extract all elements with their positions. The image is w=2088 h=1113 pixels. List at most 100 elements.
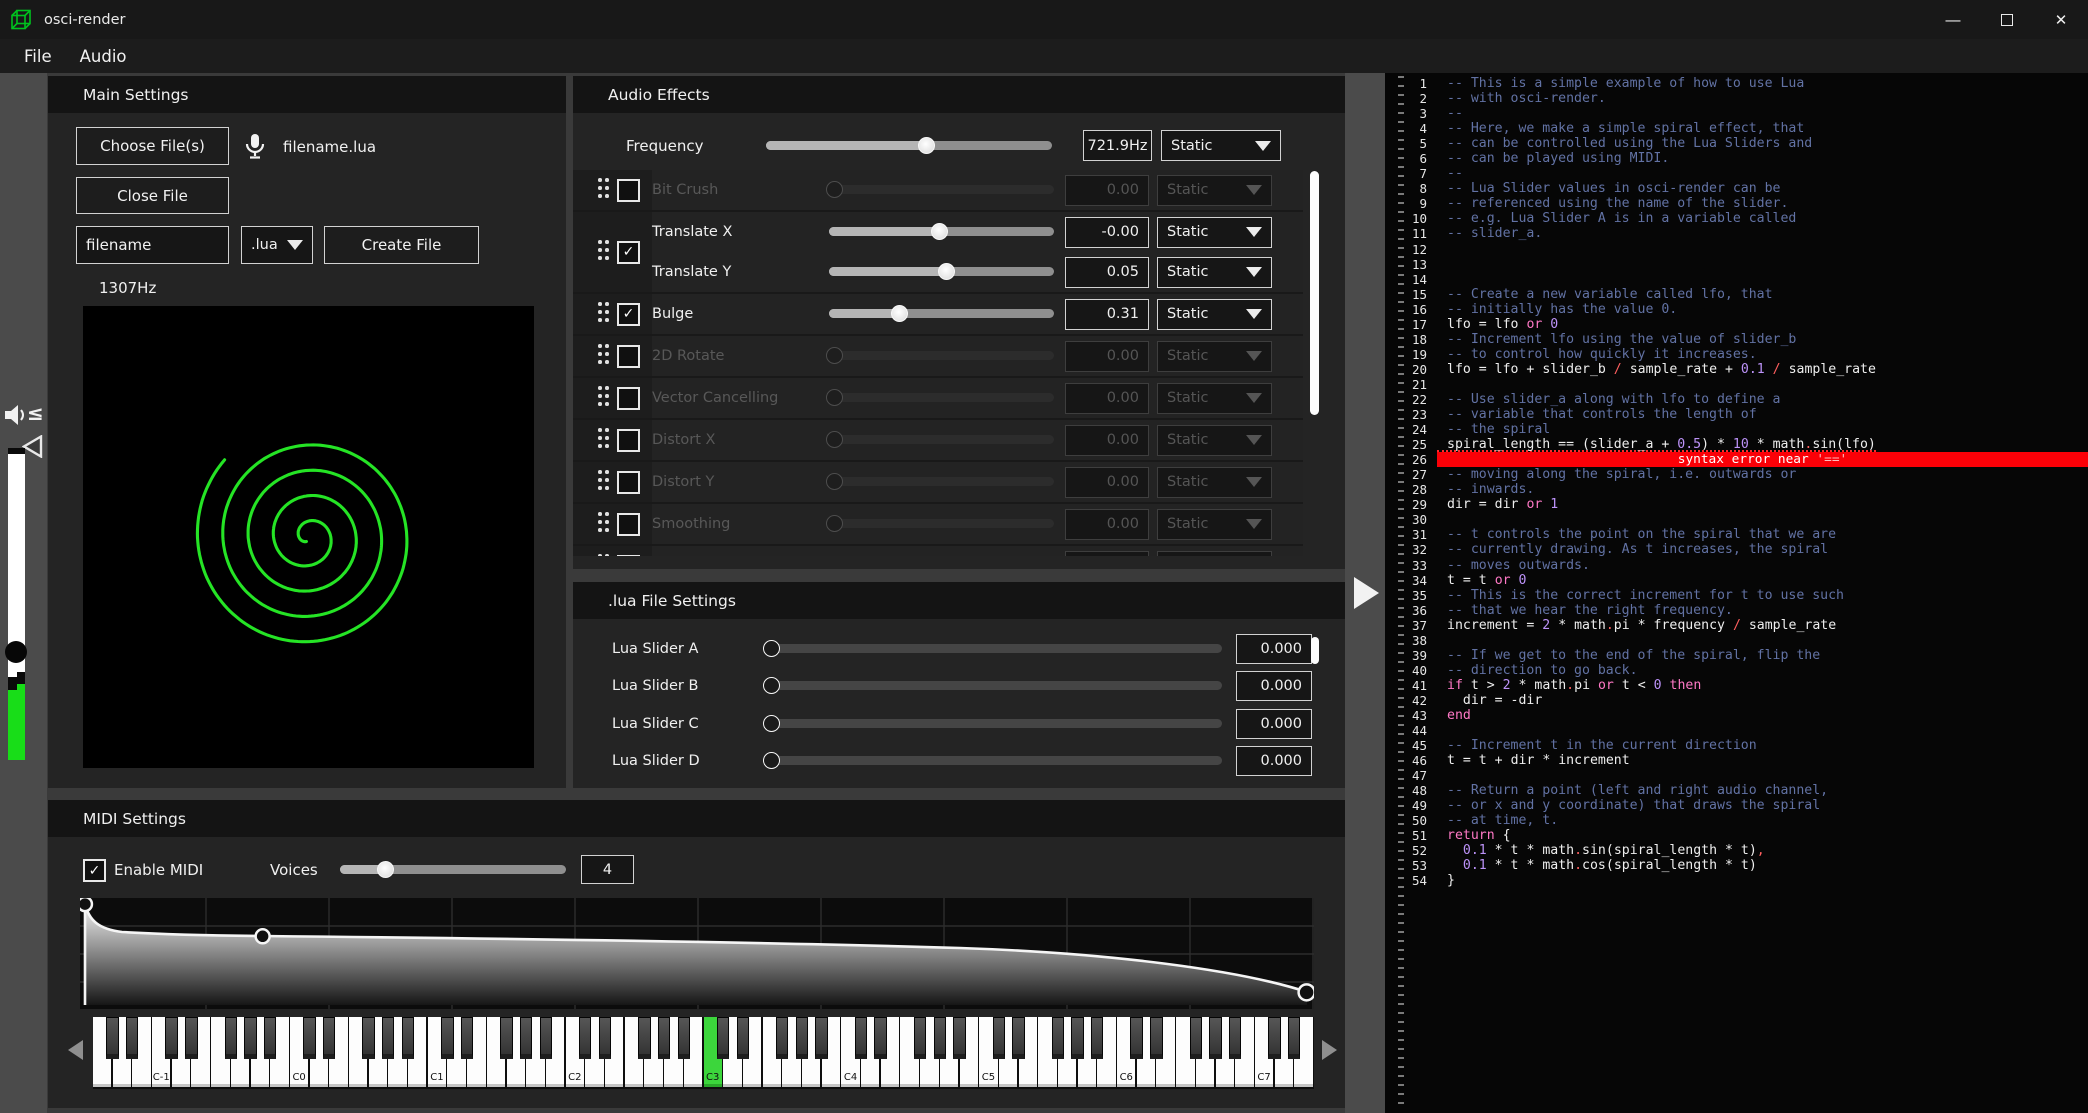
effect-checkbox[interactable]: ✓ [617, 241, 640, 264]
effect-mode-dropdown[interactable]: Static [1157, 509, 1272, 540]
microphone-icon[interactable] [244, 133, 266, 161]
effects-scrollbar[interactable] [1310, 171, 1319, 415]
code-line[interactable]: 52 0.1 * t * math.sin(spiral_length * t)… [1385, 843, 2088, 858]
slider[interactable] [766, 137, 1052, 155]
effect-checkbox[interactable] [617, 345, 640, 368]
piano-black-key[interactable] [599, 1017, 611, 1059]
code-line[interactable]: 26syntax error near '==' [1385, 452, 2088, 467]
code-line[interactable]: 45-- Increment t in the current directio… [1385, 738, 2088, 753]
minimize-icon[interactable]: ― [1926, 0, 1980, 39]
code-line[interactable]: 46t = t + dir * increment [1385, 753, 2088, 768]
piano-black-key[interactable] [1012, 1017, 1024, 1059]
slider-thumb[interactable] [891, 305, 908, 322]
effect-mode-dropdown[interactable]: Static [1157, 257, 1272, 288]
lua-slider-value[interactable]: 0.000 [1236, 746, 1312, 776]
effect-mode-dropdown[interactable]: Static [1157, 467, 1272, 498]
code-line[interactable]: 5-- can be controlled using the Lua Slid… [1385, 136, 2088, 151]
code-line[interactable]: 43end [1385, 708, 2088, 723]
effect-value[interactable]: 0.00 [1065, 509, 1149, 540]
code-line[interactable]: 12 [1385, 242, 2088, 257]
slider[interactable] [829, 473, 1054, 491]
effect-value[interactable]: -0.00 [1065, 217, 1149, 248]
slider[interactable] [829, 263, 1054, 281]
slider-track[interactable] [766, 719, 1222, 728]
envelope-node[interactable] [1299, 984, 1314, 1000]
code-line[interactable]: 41if t > 2 * math.pi or t < 0 then [1385, 678, 2088, 693]
code-line[interactable]: 49-- or x and y coordinate) that draws t… [1385, 798, 2088, 813]
slider[interactable] [829, 347, 1054, 365]
drag-handle-icon[interactable] [598, 554, 612, 556]
piano-black-key[interactable] [1190, 1017, 1202, 1059]
code-line[interactable]: 37increment = 2 * math.pi * frequency / … [1385, 618, 2088, 633]
lua-slider-value[interactable]: 0.000 [1236, 709, 1312, 739]
lua-settings-scrollbar[interactable] [1311, 637, 1319, 664]
piano-black-key[interactable] [441, 1017, 453, 1059]
piano-black-key[interactable] [382, 1017, 394, 1059]
slider-track[interactable] [766, 644, 1222, 653]
code-line[interactable]: 47 [1385, 768, 2088, 783]
drag-handle-icon[interactable] [598, 428, 612, 452]
piano-black-key[interactable] [303, 1017, 315, 1059]
slider-track[interactable] [829, 435, 1054, 444]
lua-slider-value[interactable]: 0.000 [1236, 671, 1312, 701]
code-line[interactable]: 51return { [1385, 828, 2088, 843]
effect-value[interactable]: 0.31 [1065, 299, 1149, 330]
slider[interactable] [829, 181, 1054, 199]
slider-track[interactable] [829, 185, 1054, 194]
effect-mode-dropdown[interactable]: Static [1157, 175, 1272, 206]
code-line[interactable]: 27-- moving along the spiral, i.e. outwa… [1385, 467, 2088, 482]
menu-audio[interactable]: Audio [66, 47, 141, 66]
code-line[interactable]: 3-- [1385, 106, 2088, 121]
piano-black-key[interactable] [815, 1017, 827, 1059]
effect-value[interactable]: 0.00 [1065, 383, 1149, 414]
extension-dropdown[interactable]: .lua [241, 226, 313, 264]
piano-black-key[interactable] [264, 1017, 276, 1059]
effect-value[interactable]: 0.00 [1065, 551, 1149, 557]
piano-black-key[interactable] [658, 1017, 670, 1059]
drag-handle-icon[interactable] [598, 302, 612, 326]
slider-track[interactable] [766, 141, 1052, 150]
slider[interactable] [766, 752, 1222, 770]
piano-black-key[interactable] [678, 1017, 690, 1059]
envelope-node[interactable] [80, 898, 92, 911]
effect-mode-dropdown[interactable]: Static [1157, 217, 1272, 248]
piano-black-key[interactable] [855, 1017, 867, 1059]
code-line[interactable]: 11-- slider_a. [1385, 226, 2088, 241]
code-line[interactable]: 24-- the spiral [1385, 422, 2088, 437]
piano-black-key[interactable] [165, 1017, 177, 1059]
slider[interactable] [829, 431, 1054, 449]
code-line[interactable]: 9-- referenced using the name of the sli… [1385, 196, 2088, 211]
maximize-icon[interactable] [1980, 0, 2034, 39]
code-line[interactable]: 50-- at time, t. [1385, 813, 2088, 828]
code-line[interactable]: 16-- initially has the value 0. [1385, 302, 2088, 317]
effect-checkbox[interactable] [617, 387, 640, 410]
code-line[interactable]: 1-- This is a simple example of how to u… [1385, 76, 2088, 91]
code-line[interactable]: 7-- [1385, 166, 2088, 181]
code-line[interactable]: 2-- with osci-render. [1385, 91, 2088, 106]
drag-handle-icon[interactable] [598, 386, 612, 410]
piano-black-key[interactable] [953, 1017, 965, 1059]
effect-mode-dropdown[interactable]: Static [1157, 383, 1272, 414]
slider[interactable] [829, 223, 1054, 241]
voices-value[interactable]: 4 [581, 855, 634, 884]
effect-checkbox[interactable] [617, 513, 640, 536]
piano-black-key[interactable] [737, 1017, 749, 1059]
piano-black-key[interactable] [402, 1017, 414, 1059]
slider-thumb[interactable] [763, 640, 780, 657]
slider-track[interactable] [829, 393, 1054, 402]
slider-thumb[interactable] [931, 223, 948, 240]
close-icon[interactable]: ✕ [2034, 0, 2088, 39]
effect-value[interactable]: 0.00 [1065, 341, 1149, 372]
slider-thumb[interactable] [826, 347, 843, 364]
frequency-mode-dropdown[interactable]: Static [1161, 130, 1281, 161]
code-line[interactable]: 39-- If we get to the end of the spiral,… [1385, 648, 2088, 663]
code-line[interactable]: 48-- Return a point (left and right audi… [1385, 783, 2088, 798]
code-line[interactable]: 35-- This is the correct increment for t… [1385, 588, 2088, 603]
drag-handle-icon[interactable] [598, 344, 612, 368]
create-file-button[interactable]: Create File [324, 226, 479, 264]
effect-checkbox[interactable]: ✓ [617, 303, 640, 326]
piano-black-key[interactable] [1150, 1017, 1162, 1059]
volume-marker-icon[interactable] [22, 435, 43, 458]
effect-value[interactable]: 0.00 [1065, 425, 1149, 456]
adsr-envelope[interactable] [80, 898, 1314, 1009]
